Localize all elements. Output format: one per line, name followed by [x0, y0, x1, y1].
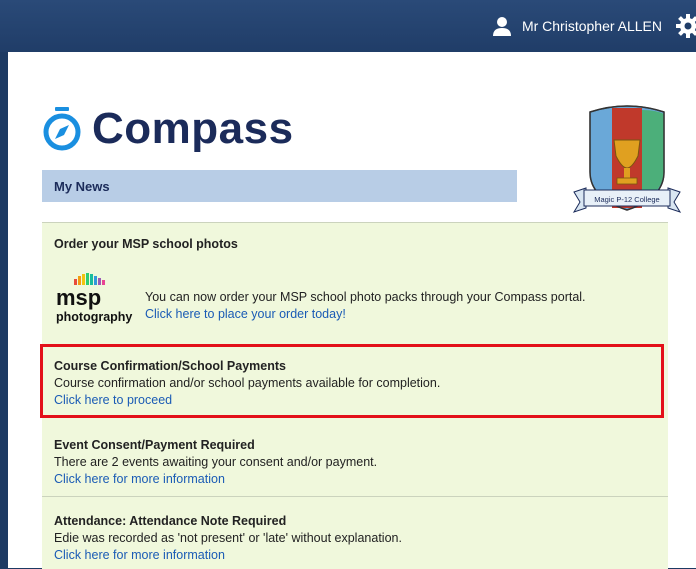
msp-sub: photography	[56, 310, 132, 324]
news-item-desc: There are 2 events awaiting your consent…	[54, 455, 378, 469]
logo-text: Compass	[92, 104, 294, 153]
news-item-title: Course Confirmation/School Payments	[54, 359, 286, 373]
user-icon	[492, 17, 511, 36]
proceed-link[interactable]: Click here to proceed	[54, 393, 172, 407]
user-menu[interactable]: Mr Christopher ALLEN	[492, 0, 662, 52]
news-item-event-consent: Event Consent/Payment Required There are…	[54, 438, 377, 486]
news-list: Order your MSP school photos msp photogr…	[40, 222, 668, 569]
compass-logo: Compass	[42, 104, 294, 154]
news-item-title: Event Consent/Payment Required	[54, 438, 255, 452]
attendance-info-link[interactable]: Click here for more information	[54, 548, 225, 562]
msp-brand: msp	[56, 285, 101, 310]
news-item-desc: Course confirmation and/or school paymen…	[54, 376, 441, 390]
msp-order-link[interactable]: Click here to place your order today!	[145, 307, 346, 321]
news-item-title: Attendance: Attendance Note Required	[54, 514, 287, 528]
event-info-link[interactable]: Click here for more information	[54, 472, 225, 486]
top-bar: Mr Christopher ALLEN	[0, 0, 696, 52]
msp-photography-logo: msp photography	[56, 273, 132, 324]
crest-label: Magic P-12 College	[594, 195, 659, 204]
news-item-title: Order your MSP school photos	[54, 237, 238, 251]
news-item-desc: You can now order your MSP school photo …	[145, 290, 586, 304]
compass-icon	[43, 107, 81, 151]
news-item-desc: Edie was recorded as 'not present' or 'l…	[54, 531, 402, 545]
news-item-attendance: Attendance: Attendance Note Required Edi…	[54, 514, 402, 562]
news-item-msp: Order your MSP school photos	[54, 237, 238, 254]
gear-icon[interactable]	[674, 12, 696, 40]
msp-text-block: You can now order your MSP school photo …	[145, 289, 586, 323]
news-item-course-confirmation: Course Confirmation/School Payments Cour…	[54, 359, 440, 407]
my-news-heading: My News	[42, 170, 517, 202]
main-panel: Compass Magic P-12 College My News Order…	[8, 52, 696, 569]
user-name: Mr Christopher ALLEN	[521, 18, 662, 34]
school-crest: Magic P-12 College	[572, 105, 682, 213]
divider	[42, 496, 668, 497]
